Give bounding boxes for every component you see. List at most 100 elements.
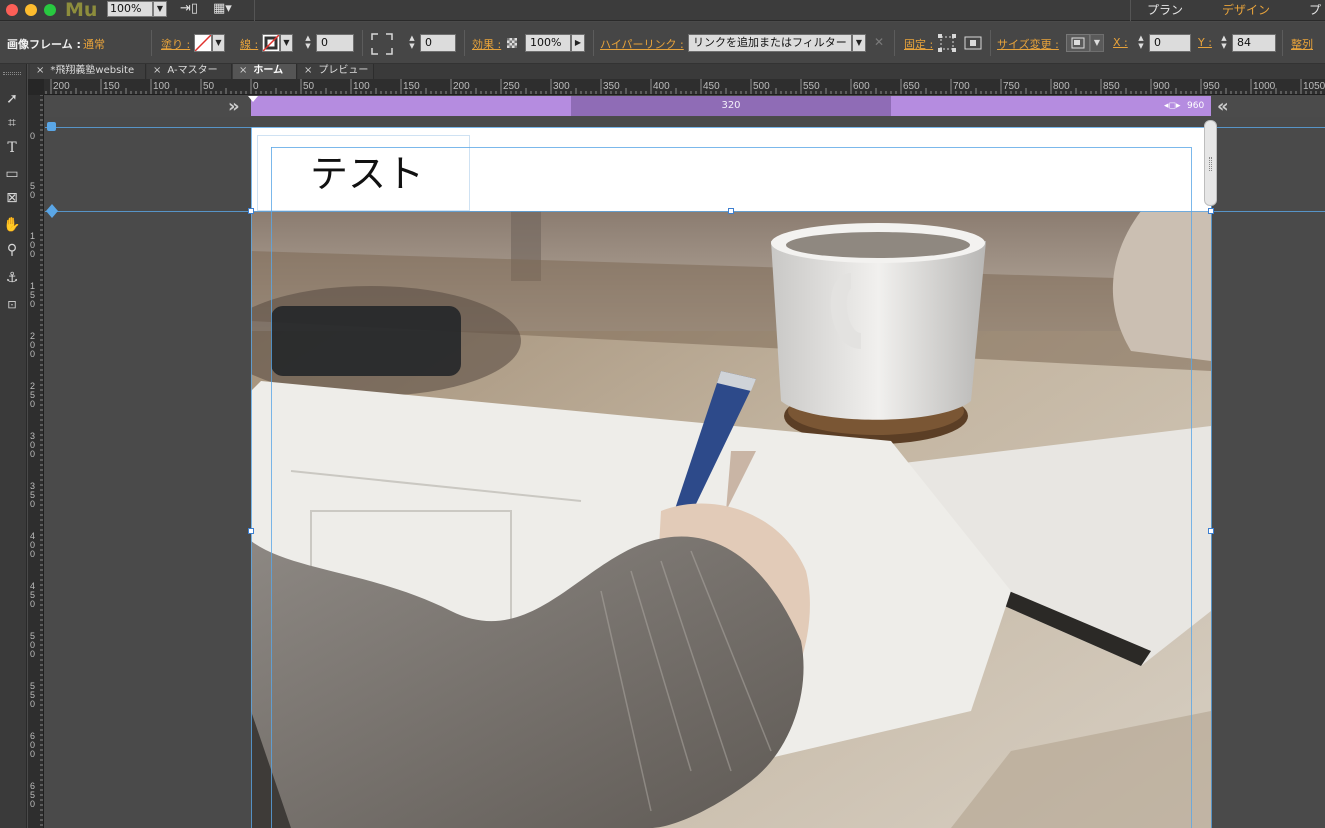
tab-label: ホーム [253, 65, 284, 76]
hyperlink-label[interactable]: ハイパーリンク : [600, 36, 684, 52]
breakpoint-center-label: 320 [721, 100, 741, 111]
panel-grip [3, 72, 21, 75]
stroke-swatch[interactable] [262, 34, 280, 52]
vertical-ruler[interactable]: 050100150200250300350400450500550600650 [28, 95, 44, 828]
zoom-window-button[interactable] [44, 4, 56, 16]
close-icon[interactable]: × [36, 65, 44, 76]
hyperlink-input[interactable]: リンクを追加またはフィルター [688, 34, 852, 52]
app-logo: Mu [65, 0, 98, 21]
ruler-label: 450 [703, 81, 720, 92]
stroke-label[interactable]: 線 : [240, 36, 258, 52]
chevron-down-icon[interactable]: ▼ [280, 34, 293, 52]
ruler-label: 0 [30, 699, 35, 709]
tab-plan[interactable]: プラン [1147, 1, 1183, 18]
page-height-scroll-handle[interactable] [1204, 120, 1217, 206]
chevron-down-icon[interactable]: ▼ [153, 1, 167, 17]
tab-home[interactable]: × ホーム [233, 64, 297, 79]
clear-link-icon[interactable]: ✕ [874, 35, 884, 49]
anchor-icon[interactable]: ⚓ [1, 267, 23, 289]
resize-label[interactable]: サイズ変更 : [997, 36, 1059, 52]
guide-line[interactable] [45, 211, 1325, 212]
ruler-label: 900 [1153, 81, 1170, 92]
y-stepper[interactable]: ▲ ▼ [1218, 34, 1230, 52]
image-frame-tool-icon[interactable]: ⊠ [1, 187, 23, 209]
corner-radius-stepper[interactable]: ▲ ▼ [406, 34, 418, 52]
tab-preview-doc[interactable]: × プレビュー [298, 64, 374, 79]
ruler-label: 0 [30, 349, 35, 359]
chevron-down-icon[interactable]: ▼ [1090, 34, 1104, 52]
tab-website[interactable]: × *飛翔義塾website [30, 64, 146, 79]
resize-handle-icon[interactable]: ◂◻▸ [1164, 101, 1184, 111]
header-marker[interactable] [47, 122, 56, 131]
y-position-field[interactable]: 84 [1232, 34, 1276, 52]
frame-mode-value[interactable]: 通常 [83, 36, 105, 52]
hero-image[interactable] [251, 211, 1211, 828]
opacity-icon [507, 38, 517, 48]
ruler-label: 200 [453, 81, 470, 92]
effects-label[interactable]: 効果 : [472, 36, 501, 52]
ruler-label: 0 [30, 249, 35, 259]
fill-label[interactable]: 塗り : [161, 36, 190, 52]
ruler-label: 500 [753, 81, 770, 92]
zoom-tool-icon[interactable]: ⚲ [1, 239, 23, 261]
ruler-label: 200 [53, 81, 70, 92]
grip-icon [1209, 157, 1212, 171]
align-label[interactable]: 整列 [1291, 36, 1313, 52]
text-frame-icon[interactable]: ⊡ [1, 294, 23, 316]
opacity-field[interactable]: 100% [525, 34, 571, 52]
header-height-marker[interactable] [46, 204, 58, 211]
text-tool-icon[interactable]: T [1, 137, 23, 159]
fill-swatch[interactable] [194, 34, 212, 52]
tab-design[interactable]: デザイン [1222, 1, 1270, 18]
play-arrow-icon[interactable]: ▶ [571, 34, 585, 52]
ruler-label: 700 [953, 81, 970, 92]
pin-position-icon[interactable] [937, 33, 957, 53]
x-position-field[interactable]: 0 [1149, 34, 1191, 52]
resize-mode-icon[interactable] [1066, 34, 1090, 52]
double-chevron-left-icon[interactable]: « [1217, 96, 1229, 117]
chevron-down-icon[interactable]: ▼ [212, 34, 225, 52]
ruler-label: 800 [1053, 81, 1070, 92]
divider [1282, 30, 1283, 56]
double-chevron-right-icon[interactable]: » [228, 96, 240, 117]
upload-ftp-icon[interactable]: ⇥▯ [180, 1, 198, 16]
stroke-width-field[interactable]: 0 [316, 34, 354, 52]
close-icon[interactable]: × [239, 65, 247, 76]
page-heading[interactable]: テスト [310, 143, 424, 198]
x-stepper[interactable]: ▲ ▼ [1135, 34, 1147, 52]
resize-handle[interactable] [1208, 208, 1214, 214]
ruler-label: 650 [903, 81, 920, 92]
tab-preview[interactable]: プ [1309, 1, 1321, 18]
zoom-level-field[interactable]: 100% [107, 1, 153, 17]
ruler-label: 600 [853, 81, 870, 92]
crop-tool-icon[interactable]: ⌗ [1, 112, 23, 134]
selection-tool-icon[interactable]: ➚ [1, 88, 23, 110]
close-icon[interactable]: × [153, 65, 161, 76]
ruler-label: 50 [303, 81, 315, 92]
horizontal-ruler[interactable]: 200 150 100 50 0 50 100 150 200 250 300 350 400 450 50… [28, 79, 1325, 95]
ruler-label: 100 [353, 81, 370, 92]
ruler-label: 0 [30, 449, 35, 459]
minimize-window-button[interactable] [25, 4, 37, 16]
breakpoint-marker[interactable] [248, 96, 258, 102]
rectangle-tool-icon[interactable]: ▭ [1, 163, 23, 185]
corner-radius-field[interactable]: 0 [420, 34, 456, 52]
close-icon[interactable]: × [304, 65, 312, 76]
stroke-width-stepper[interactable]: ▲ ▼ [302, 34, 314, 52]
breakpoint-end-label: 960 [1187, 101, 1205, 111]
preview-device-icon[interactable]: ▦▾ [213, 1, 232, 16]
pin-center-icon[interactable] [963, 33, 983, 53]
resize-handle[interactable] [1208, 528, 1214, 534]
pin-label[interactable]: 固定 : [904, 36, 933, 52]
ruler-label: 0 [30, 599, 35, 609]
close-window-button[interactable] [6, 4, 18, 16]
resize-handle[interactable] [248, 208, 254, 214]
tool-panel: ➚ ⌗ T ▭ ⊠ ✋ ⚲ ⚓ ⊡ [0, 64, 27, 828]
guide-line[interactable] [45, 127, 1325, 128]
resize-handle[interactable] [248, 528, 254, 534]
resize-handle[interactable] [728, 208, 734, 214]
tab-master[interactable]: × A-マスター [147, 64, 232, 79]
ruler-label: 550 [803, 81, 820, 92]
hand-tool-icon[interactable]: ✋ [1, 214, 23, 236]
chevron-down-icon[interactable]: ▼ [852, 34, 866, 52]
